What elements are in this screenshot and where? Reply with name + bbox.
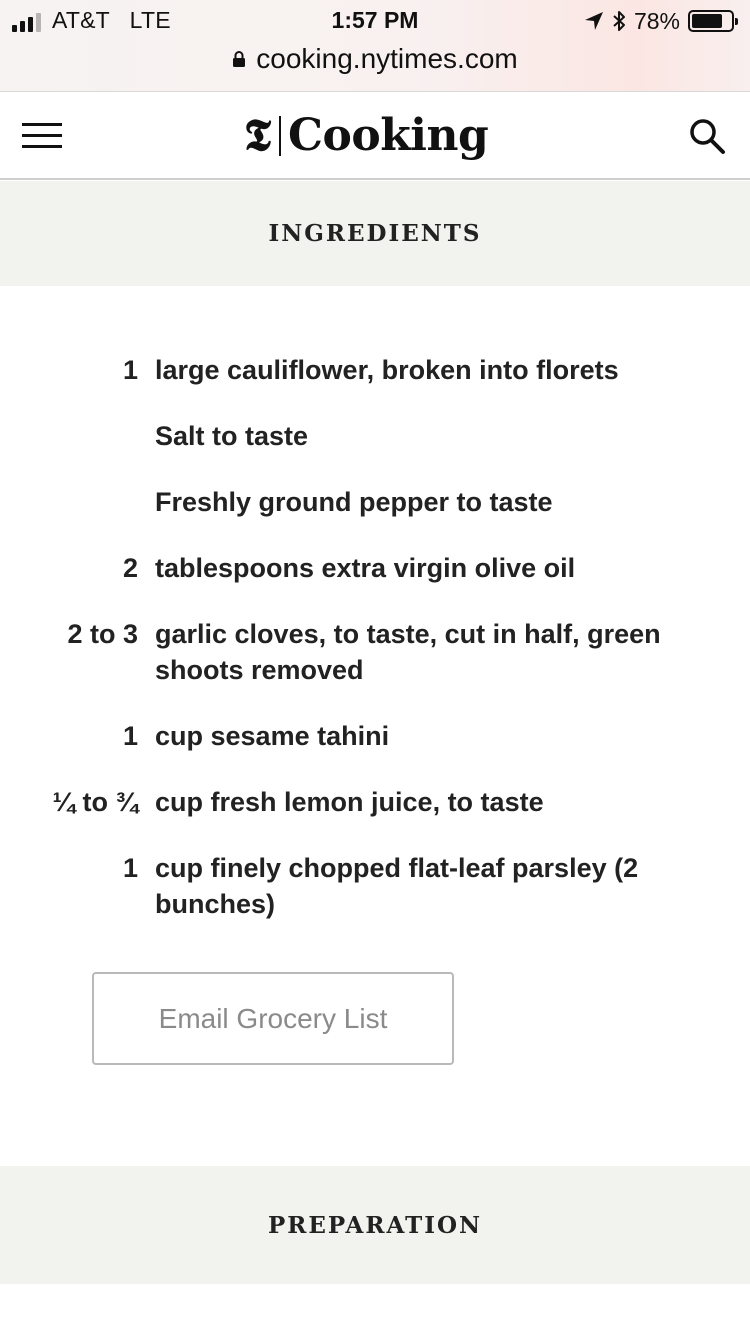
- address-bar[interactable]: cooking.nytimes.com: [0, 42, 750, 76]
- preparation-section-header: PREPARATION: [0, 1166, 750, 1284]
- lock-icon: [233, 51, 246, 67]
- ingredient-quantity: 1: [122, 853, 138, 883]
- ios-status-bar: AT&T LTE 1:57 PM 78% cooking.nytimes.com: [0, 0, 750, 92]
- email-grocery-list-button[interactable]: Email Grocery List: [92, 972, 454, 1065]
- ingredient-quantity: 2 to 3: [67, 619, 138, 649]
- ingredient-text: large cauliflower, broken into florets: [155, 355, 619, 385]
- nyt-cooking-logo[interactable]: 𝕿 Cooking: [244, 108, 489, 164]
- ingredient-text: cup finely chopped flat-leaf parsley (2 …: [155, 853, 639, 919]
- battery-icon: [688, 10, 738, 32]
- ingredient-text: cup sesame tahini: [155, 721, 390, 751]
- preparation-heading: PREPARATION: [267, 1211, 483, 1239]
- ingredient-quantity: 1: [122, 721, 138, 751]
- logo-divider: [279, 116, 282, 156]
- hamburger-menu-icon[interactable]: [22, 123, 62, 149]
- ingredient-text: Freshly ground pepper to taste: [155, 487, 553, 517]
- url-text: cooking.nytimes.com: [256, 43, 518, 74]
- search-icon[interactable]: [688, 117, 726, 155]
- site-header: 𝕿 Cooking: [0, 92, 750, 180]
- ingredients-heading: INGREDIENTS: [268, 220, 482, 247]
- ingredient-quantity: ¼ to ¾: [52, 787, 138, 817]
- ingredient-quantity: 1: [122, 355, 138, 385]
- ingredient-text: Salt to taste: [155, 421, 309, 451]
- ingredient-text: cup fresh lemon juice, to taste: [155, 787, 544, 817]
- ingredients-section-header: INGREDIENTS: [0, 181, 750, 286]
- bluetooth-icon: [613, 11, 625, 31]
- logo-wordmark: Cooking: [288, 110, 489, 161]
- nyt-t-logo-mark: 𝕿: [244, 110, 272, 161]
- ingredient-text: garlic cloves, to taste, cut in half, gr…: [155, 619, 661, 685]
- ingredient-quantity: 2: [122, 553, 138, 583]
- location-arrow-icon: [584, 12, 603, 30]
- ingredient-text: tablespoons extra virgin olive oil: [155, 553, 576, 583]
- battery-percent: 78%: [633, 7, 680, 34]
